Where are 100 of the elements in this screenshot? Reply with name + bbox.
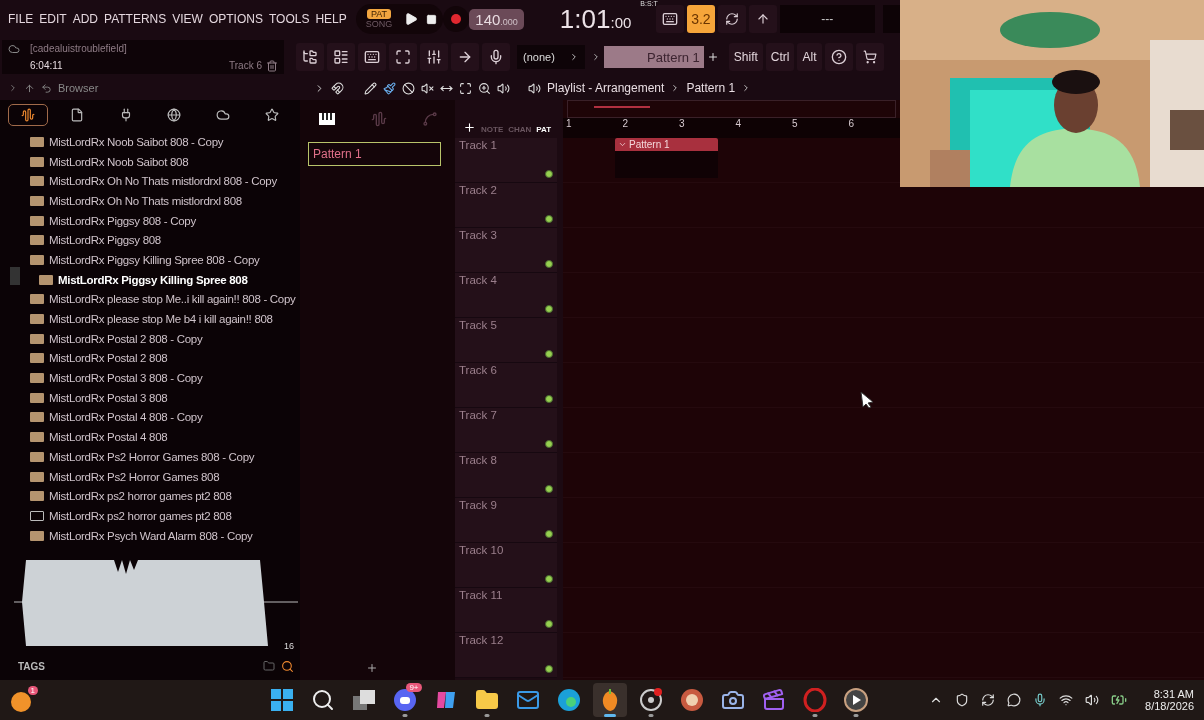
track-header[interactable]: Track 1	[455, 138, 557, 183]
browser-tab[interactable]	[8, 104, 49, 126]
track-header[interactable]: Track 10	[455, 543, 557, 588]
select-icon[interactable]	[459, 81, 472, 95]
trash-icon[interactable]	[266, 59, 278, 72]
collapse-handle[interactable]	[10, 267, 20, 285]
loop-icon[interactable]	[724, 12, 739, 26]
track-enable-dot[interactable]	[545, 305, 553, 313]
file-name[interactable]: MistLordRx please stop Me b4 i kill again!! 808	[49, 313, 273, 326]
file-name[interactable]: MistLordRx Piggsy Killing Spree 808	[58, 273, 248, 286]
menu-item[interactable]: EDIT	[36, 12, 70, 26]
pattern-clip[interactable]: Pattern 1	[615, 138, 718, 178]
track-enable-dot[interactable]	[545, 395, 553, 403]
file-name[interactable]: MistLordRx Noob Saibot 808 - Copy	[49, 135, 224, 148]
back-icon[interactable]	[41, 82, 52, 94]
track-header[interactable]: Track 11	[455, 588, 557, 633]
menu-item[interactable]: ADD	[69, 12, 102, 26]
file-name[interactable]: MistLordRx Piggsy 808 - Copy	[49, 214, 196, 227]
pattern-item[interactable]: Pattern 1	[308, 142, 441, 166]
clock[interactable]: 8:31 AM 8/18/2026	[1145, 688, 1194, 712]
record-button[interactable]	[443, 6, 470, 32]
file-name[interactable]: MistLordRx Postal 4 808	[49, 431, 168, 444]
file-name[interactable]: MistLordRx Piggsy 808	[49, 234, 161, 247]
breadcrumb-item[interactable]: Pattern 1	[686, 81, 736, 95]
channel-selector[interactable]: (none)	[517, 45, 585, 69]
speaker-icon[interactable]	[528, 81, 541, 95]
pattern-selector[interactable]: Pattern 1	[603, 46, 704, 68]
mode-toggle[interactable]: PAT	[366, 9, 392, 19]
file-name[interactable]: MistLordRx ps2 horror games pt2 808	[49, 490, 232, 503]
file-name[interactable]: MistLordRx Ps2 Horror Games 808 - Copy	[49, 450, 255, 463]
delete-icon[interactable]	[402, 81, 415, 95]
track-enable-dot[interactable]	[545, 665, 553, 673]
wifi-icon[interactable]	[1059, 693, 1074, 707]
file-name[interactable]: MistLordRx Oh No Thats mistlordrxl 808	[49, 194, 242, 207]
modifier-key[interactable]: Shift	[728, 43, 763, 71]
menu-item[interactable]: TOOLS	[265, 12, 313, 26]
modifier-key[interactable]: Ctrl	[765, 43, 795, 71]
modifier-key[interactable]: Alt	[797, 43, 822, 71]
track-header[interactable]: Track 5	[455, 318, 557, 363]
menu-item[interactable]: HELP	[312, 12, 350, 26]
track-header[interactable]: Track 4	[455, 273, 557, 318]
arrow-up-icon[interactable]	[24, 82, 35, 94]
track-enable-dot[interactable]	[545, 170, 553, 178]
track-enable-dot[interactable]	[545, 620, 553, 628]
track-enable-dot[interactable]	[545, 485, 553, 493]
magnet-icon[interactable]	[331, 81, 344, 95]
folder-tree-icon[interactable]	[302, 49, 318, 65]
microphone-icon[interactable]	[488, 49, 504, 65]
file-name[interactable]: MistLordRx Ps2 Horror Games 808	[49, 470, 220, 483]
mute-icon[interactable]	[421, 81, 434, 95]
plus-icon[interactable]	[706, 51, 719, 63]
play-icon[interactable]	[404, 12, 419, 26]
file-name[interactable]: MistLordRx ps2 horror games pt2 808	[49, 509, 232, 522]
chat-icon[interactable]	[1007, 693, 1022, 707]
brush-icon[interactable]	[383, 81, 396, 95]
breadcrumb-item[interactable]: Playlist - Arrangement	[547, 81, 665, 95]
volume-icon[interactable]	[1085, 693, 1100, 707]
menu-item[interactable]: OPTIONS	[205, 12, 266, 26]
file-name[interactable]: MistLordRx Postal 3 808	[49, 391, 168, 404]
caret-icon[interactable]	[8, 83, 18, 93]
track-header[interactable]: Track 6	[455, 363, 557, 408]
track-header[interactable]: Track 3	[455, 228, 557, 273]
list-icon[interactable]	[333, 49, 349, 65]
file-name[interactable]: MistLordRx Postal 2 808	[49, 352, 168, 365]
view-mode[interactable]: PAT	[536, 125, 552, 134]
microphone-icon[interactable]	[1033, 693, 1048, 707]
menu-item[interactable]: VIEW	[169, 12, 206, 26]
track-header[interactable]: Track 2	[455, 183, 557, 228]
menu-item[interactable]: PATTERNS	[101, 12, 170, 26]
menu-item[interactable]: FILE	[5, 12, 37, 26]
track-header[interactable]: Track 8	[455, 453, 557, 498]
tempo-display[interactable]: 140.000	[469, 8, 524, 30]
track-enable-dot[interactable]	[545, 575, 553, 583]
sync-icon[interactable]	[981, 693, 996, 707]
help-icon[interactable]	[830, 49, 847, 65]
file-name[interactable]: MistLordRx Postal 3 808 - Copy	[49, 372, 203, 385]
stop-icon[interactable]	[426, 13, 438, 25]
speaker-icon[interactable]	[497, 81, 510, 95]
track-enable-dot[interactable]	[545, 215, 553, 223]
zoom-icon[interactable]	[478, 81, 491, 95]
track-header[interactable]: Track 12	[455, 633, 557, 678]
file-name[interactable]: MistLordRx Noob Saibot 808	[49, 155, 189, 168]
keyboard-icon[interactable]	[661, 11, 678, 27]
value-display[interactable]: 3.2	[686, 5, 715, 33]
plus-icon[interactable]	[366, 662, 378, 674]
search-icon[interactable]	[281, 659, 294, 673]
shield-icon[interactable]	[955, 693, 970, 707]
file-name[interactable]: MistLordRx Oh No Thats mistlordrxl 808 - Copy	[49, 175, 277, 188]
file-name[interactable]: MistLordRx please stop Me..i kill again!! 808 - Copy	[49, 293, 296, 306]
file-name[interactable]: MistLordRx Postal 2 808 - Copy	[49, 332, 203, 345]
mixer-icon[interactable]	[426, 49, 442, 65]
arrow-icon[interactable]	[457, 49, 473, 65]
file-name[interactable]: MistLordRx Psych Ward Alarm 808 - Copy	[49, 529, 253, 542]
file-name[interactable]: MistLordRx Postal 4 808 - Copy	[49, 411, 203, 424]
cart-icon[interactable]	[862, 50, 877, 64]
track-enable-dot[interactable]	[545, 350, 553, 358]
track-enable-dot[interactable]	[545, 440, 553, 448]
track-enable-dot[interactable]	[545, 260, 553, 268]
track-header[interactable]: Track 9	[455, 498, 557, 543]
file-name[interactable]: MistLordRx Piggsy Killing Spree 808 - Copy	[49, 253, 260, 266]
